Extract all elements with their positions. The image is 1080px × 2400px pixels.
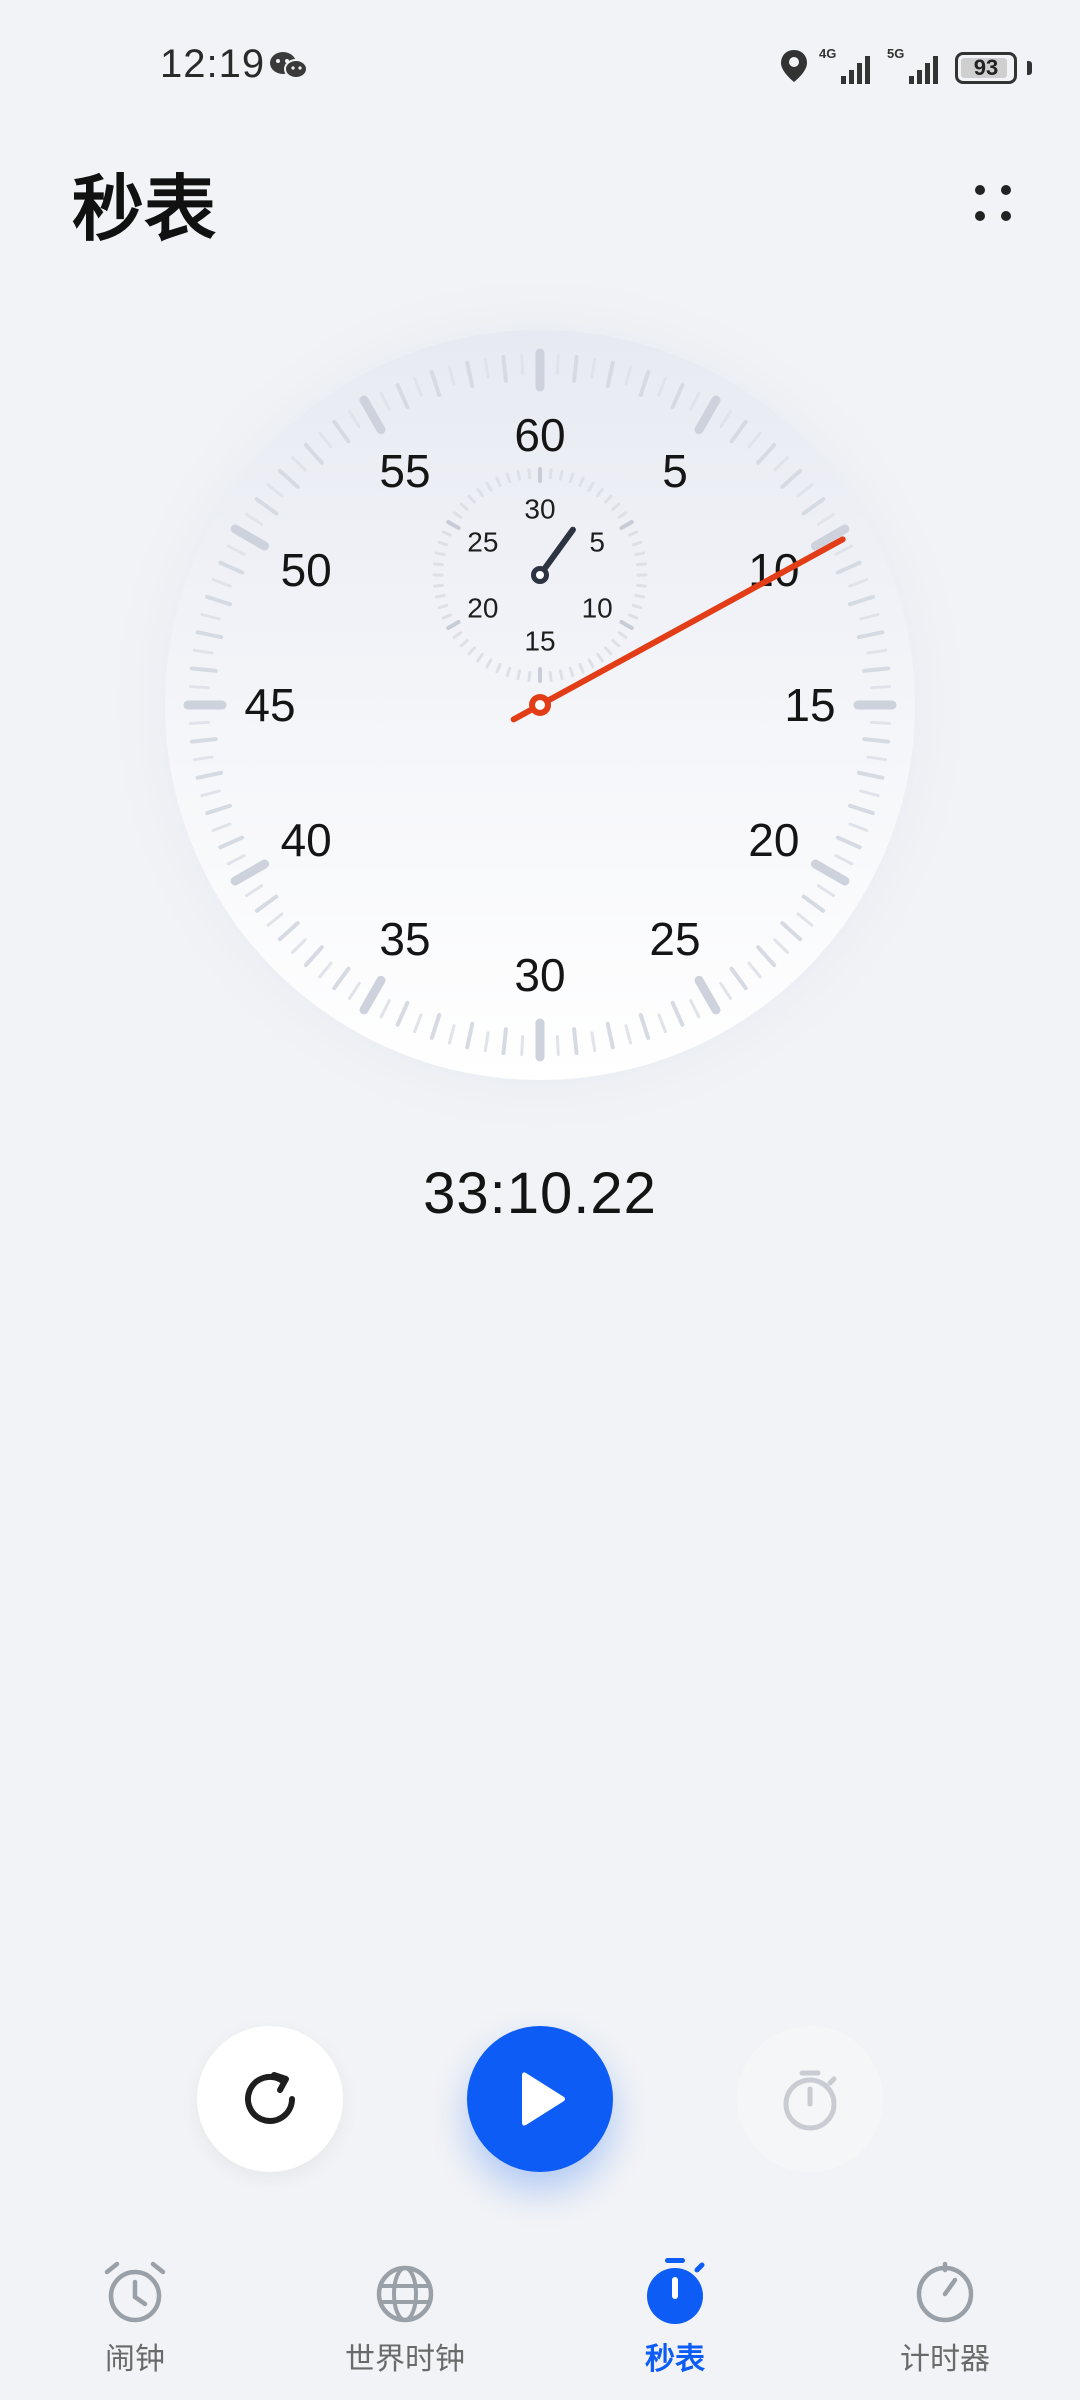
tab-stopwatch[interactable]: 秒表 [540, 2256, 810, 2386]
inner-label: 15 [524, 626, 555, 657]
outer-label: 60 [514, 409, 565, 461]
inner-tick [433, 562, 445, 567]
outer-tick [572, 354, 579, 383]
second-hand-hub-dot [535, 700, 545, 710]
tab-alarm[interactable]: 闹钟 [0, 2256, 270, 2386]
inner-tick [548, 468, 553, 480]
tab-label: 闹钟 [105, 2343, 165, 2376]
outer-tick [555, 353, 560, 375]
signal-icon: 4G [819, 46, 877, 91]
outer-label: 15 [784, 679, 835, 731]
reset-button[interactable] [197, 2026, 343, 2172]
bottom-tab-bar: 闹钟 世界时钟 秒表 计时器 [0, 2240, 1080, 2400]
inner-tick [434, 593, 446, 599]
inner-tick [434, 551, 446, 557]
status-time: 12:19 [160, 42, 266, 86]
play-icon [522, 2072, 565, 2126]
tab-label: 计时器 [900, 2343, 990, 2376]
inner-tick [527, 670, 532, 682]
timer-icon [916, 2261, 974, 2323]
inner-tick [635, 583, 647, 588]
signal-icon-5g: 5G [887, 46, 945, 91]
reset-icon [245, 2072, 295, 2124]
outer-tick [501, 1027, 508, 1056]
more-dots-icon [975, 185, 1011, 221]
tab-label: 世界时钟 [345, 2343, 465, 2376]
inner-label: 30 [524, 494, 555, 525]
elapsed-time: 33:10.22 [423, 1161, 657, 1226]
tab-label: 秒表 [645, 2343, 705, 2376]
inner-tick [548, 670, 553, 682]
outer-tick [520, 1035, 525, 1057]
network-label-4g: 4G [819, 46, 836, 61]
page-title: 秒表 [72, 170, 217, 250]
inner-tick [516, 469, 522, 481]
minute-hand-hub-dot [536, 571, 544, 579]
inner-tick [635, 562, 647, 567]
outer-tick [862, 737, 891, 744]
inner-tick [516, 669, 522, 681]
outer-tick [555, 1035, 560, 1057]
outer-label: 25 [649, 913, 700, 965]
outer-tick [188, 720, 210, 725]
status-bar: 12:19 4G 5G 93 [0, 0, 1080, 136]
inner-tick [634, 593, 646, 599]
stopwatch-icon [647, 2258, 705, 2324]
inner-tick [558, 469, 564, 481]
outer-label: 40 [281, 814, 332, 866]
outer-tick [189, 737, 218, 744]
outer-tick [870, 685, 892, 690]
outer-label: 50 [281, 544, 332, 596]
network-label-5g: 5G [887, 46, 904, 61]
outer-tick [520, 353, 525, 375]
outer-label: 20 [748, 814, 799, 866]
stopwatch-dial: 60 5 10 15 20 25 30 35 40 45 50 55 30 5 10 15 20 25 [0, 250, 1080, 1150]
outer-tick [572, 1027, 579, 1056]
outer-label: 45 [244, 679, 295, 731]
more-button[interactable] [948, 158, 1038, 248]
inner-tick [558, 669, 564, 681]
inner-label: 10 [582, 593, 613, 624]
inner-label: 25 [467, 527, 498, 558]
outer-label: 5 [662, 445, 688, 497]
inner-tick [527, 468, 532, 480]
battery-icon: 93 [955, 52, 1017, 84]
outer-tick [862, 666, 891, 673]
outer-tick [188, 685, 210, 690]
stopwatch-icon [783, 2070, 837, 2131]
start-button[interactable] [467, 2026, 613, 2172]
wechat-icon [268, 50, 310, 87]
outer-tick [189, 666, 218, 673]
inner-label: 20 [467, 593, 498, 624]
tab-timer[interactable]: 计时器 [810, 2256, 1080, 2386]
outer-label: 55 [379, 445, 430, 497]
tab-world-clock[interactable]: 世界时钟 [270, 2256, 540, 2386]
location-icon [779, 48, 809, 89]
outer-tick [870, 720, 892, 725]
inner-label: 5 [589, 527, 605, 558]
outer-label: 30 [514, 949, 565, 1001]
globe-icon [376, 2265, 434, 2323]
outer-label: 35 [379, 913, 430, 965]
battery-cap [1027, 61, 1032, 75]
battery-level: 93 [973, 55, 999, 80]
inner-tick [634, 551, 646, 557]
outer-tick [501, 354, 508, 383]
alarm-icon [104, 2261, 166, 2323]
lap-button[interactable] [737, 2026, 883, 2172]
inner-tick [433, 583, 445, 588]
